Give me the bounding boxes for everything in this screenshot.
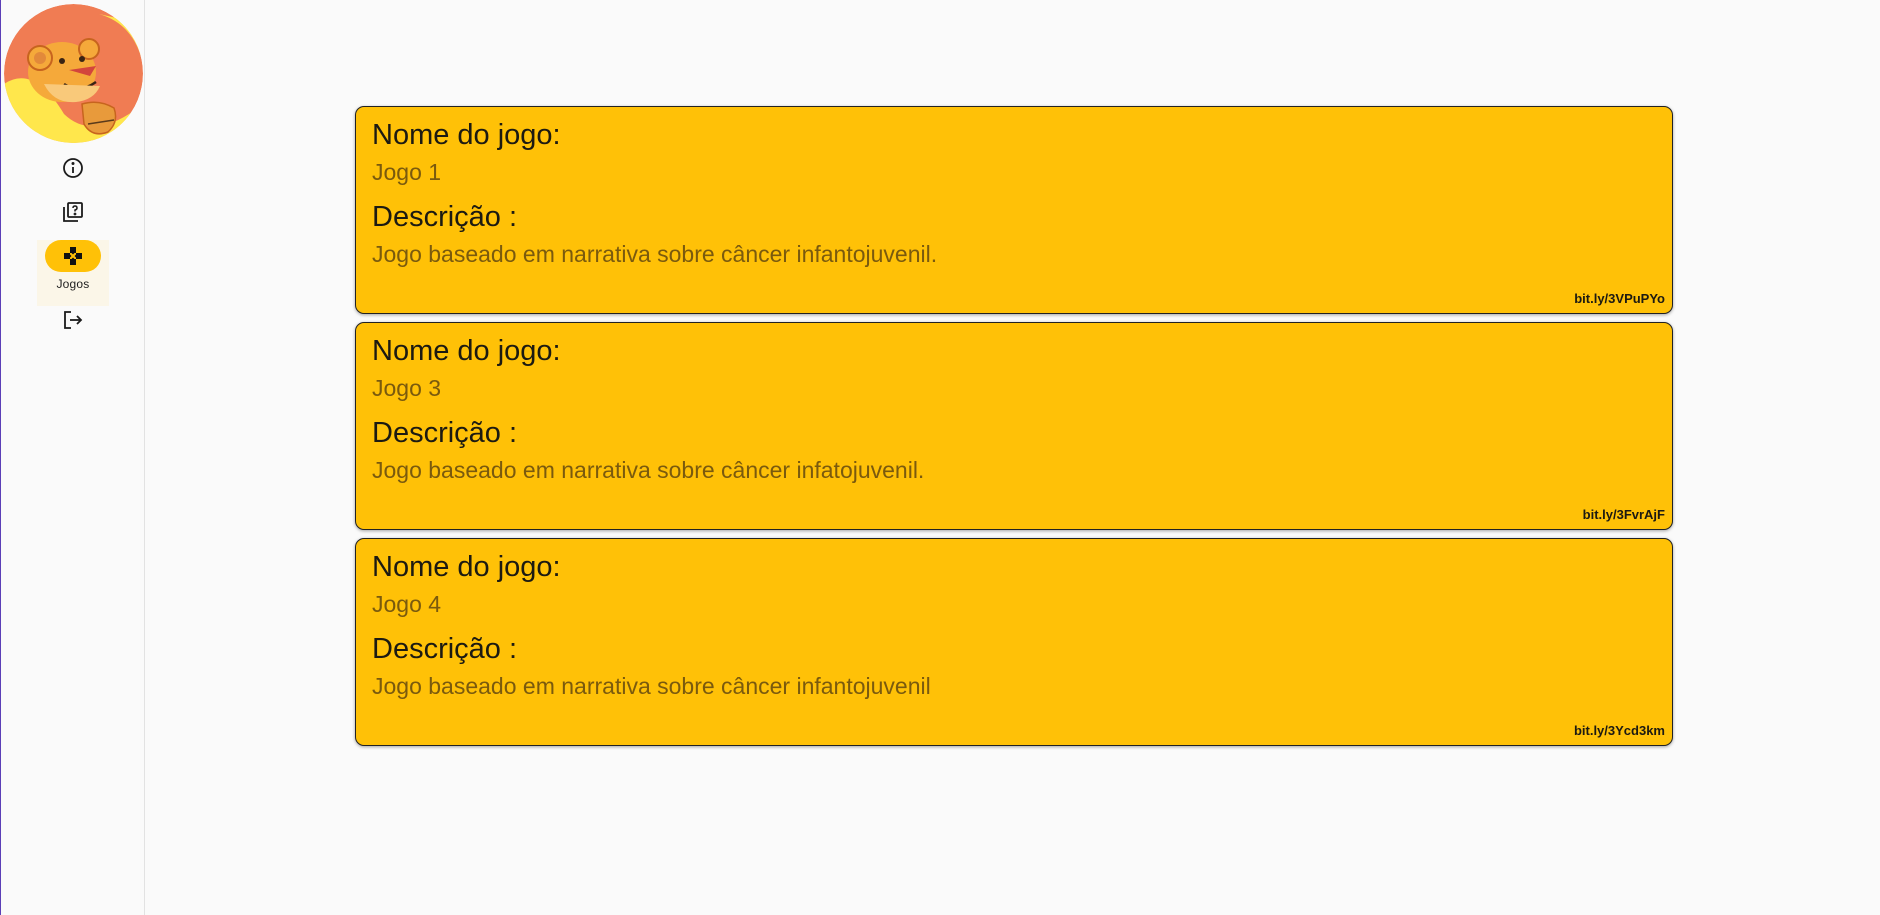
nav-item-jogos[interactable]: Jogos <box>37 240 109 306</box>
game-card[interactable]: Nome do jogo: Jogo 1 Descrição : Jogo ba… <box>355 106 1673 314</box>
game-description: Jogo baseado em narrativa sobre câncer i… <box>372 241 938 267</box>
nav-item-info[interactable] <box>1 152 145 184</box>
game-link[interactable]: bit.ly/3Ycd3km <box>1574 723 1665 738</box>
game-link[interactable]: bit.ly/3VPuPYo <box>1574 291 1665 306</box>
game-name-heading: Nome do jogo: <box>372 119 561 151</box>
nav-item-logout[interactable] <box>1 304 145 336</box>
game-description-heading: Descrição : <box>372 633 518 665</box>
app-logo <box>4 4 143 143</box>
game-link[interactable]: bit.ly/3FvrAjF <box>1583 507 1665 522</box>
info-icon <box>45 152 101 184</box>
gamepad-icon <box>45 240 101 272</box>
game-card[interactable]: Nome do jogo: Jogo 3 Descrição : Jogo ba… <box>355 322 1673 530</box>
game-description-heading: Descrição : <box>372 201 518 233</box>
game-description-heading: Descrição : <box>372 417 518 449</box>
game-list: Nome do jogo: Jogo 1 Descrição : Jogo ba… <box>355 106 1673 754</box>
game-card[interactable]: Nome do jogo: Jogo 4 Descrição : Jogo ba… <box>355 538 1673 746</box>
game-description: Jogo baseado em narrativa sobre câncer i… <box>372 673 931 699</box>
app-window: Jogos Nome do jogo: Jogo 1 Descrição : J… <box>0 0 1880 915</box>
quiz-icon <box>45 196 101 228</box>
game-name-heading: Nome do jogo: <box>372 551 561 583</box>
nav-item-quiz[interactable] <box>1 196 145 228</box>
game-name-heading: Nome do jogo: <box>372 335 561 367</box>
game-description: Jogo baseado em narrativa sobre câncer i… <box>372 457 925 483</box>
game-name: Jogo 4 <box>372 591 442 617</box>
navigation-rail: Jogos <box>1 0 145 915</box>
game-name: Jogo 3 <box>372 375 442 401</box>
logout-icon <box>45 304 101 336</box>
nav-item-label: Jogos <box>56 277 90 291</box>
game-name: Jogo 1 <box>372 159 442 185</box>
